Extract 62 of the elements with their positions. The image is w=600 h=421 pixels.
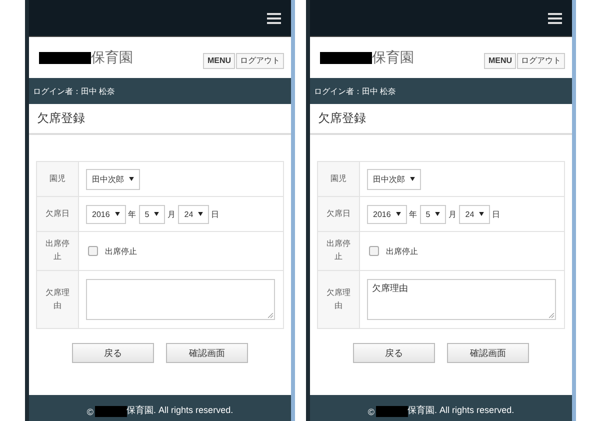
header-button[interactable]: MENU — [484, 52, 516, 68]
form-button[interactable]: 戻る — [353, 343, 435, 363]
field-label: 出席停止 — [318, 232, 360, 270]
select-field[interactable]: 2016 — [367, 204, 407, 224]
login-user-text: ログイン者：田中 松奈 — [33, 86, 116, 96]
form-button[interactable]: 確認画面 — [447, 343, 529, 363]
checkbox[interactable] — [88, 246, 98, 256]
field-label: 欠席理由 — [37, 271, 79, 328]
header-button[interactable]: ログアウト — [517, 52, 565, 68]
resize-grip-icon — [549, 313, 554, 318]
page-title: 欠席登録 — [310, 104, 572, 135]
select-field[interactable]: 田中次郎 — [86, 168, 140, 190]
menu-icon[interactable] — [548, 12, 562, 24]
copyright-text: 保育園. All rights reserved. — [126, 404, 234, 417]
select-field[interactable]: 2016 — [86, 204, 126, 224]
header-button[interactable]: ログアウト — [236, 52, 284, 68]
redaction-bar — [376, 406, 408, 417]
field-label: 出席停止 — [37, 232, 79, 270]
unit-label: 日 — [492, 208, 500, 220]
unit-label: 月 — [448, 208, 456, 220]
dropdown-caret-icon — [154, 212, 160, 216]
unit-label: 月 — [167, 208, 176, 220]
reason-field[interactable] — [86, 279, 275, 320]
field-label: 欠席日 — [37, 197, 79, 231]
dropdown-caret-icon — [129, 177, 134, 181]
checkbox-label: 出席停止 — [386, 246, 418, 256]
site-title: 保育園 — [91, 48, 133, 66]
checkbox-label: 出席停止 — [105, 246, 137, 256]
copyright-text: 保育園. All rights reserved. — [408, 404, 514, 417]
form-button[interactable]: 戻る — [72, 343, 154, 363]
dropdown-caret-icon — [435, 212, 440, 216]
copyright-symbol: © — [368, 407, 375, 417]
unit-label: 日 — [211, 208, 220, 220]
unit-label: 年 — [128, 208, 136, 220]
select-field[interactable]: 24 — [178, 204, 210, 224]
select-field[interactable]: 24 — [459, 204, 490, 224]
site-title: 保育園 — [372, 48, 414, 66]
unit-label: 年 — [408, 208, 417, 220]
redaction-bar — [39, 52, 91, 64]
field-label: 園児 — [37, 162, 79, 196]
login-user-text: ログイン者：田中 松奈 — [314, 86, 396, 96]
redaction-bar — [320, 52, 372, 64]
dropdown-caret-icon — [479, 212, 484, 216]
field-label: 欠席理由 — [318, 271, 360, 328]
dropdown-caret-icon — [396, 212, 401, 216]
menu-icon[interactable] — [267, 12, 281, 24]
field-label: 園児 — [318, 162, 360, 196]
redaction-bar — [94, 406, 127, 417]
dropdown-caret-icon — [198, 212, 204, 216]
dropdown-caret-icon — [114, 212, 120, 216]
resize-grip-icon — [268, 313, 273, 318]
checkbox[interactable] — [369, 246, 379, 256]
field-label: 欠席日 — [318, 197, 360, 231]
page-title: 欠席登録 — [29, 104, 291, 135]
select-field[interactable]: 5 — [138, 204, 166, 224]
select-field[interactable]: 田中次郎 — [367, 168, 421, 190]
select-field[interactable]: 5 — [420, 204, 446, 224]
form-button[interactable]: 確認画面 — [166, 343, 248, 363]
header-button[interactable]: MENU — [203, 52, 235, 68]
reason-field[interactable]: 欠席理由 — [367, 279, 556, 320]
dropdown-caret-icon — [410, 177, 415, 181]
copyright-symbol: © — [86, 407, 94, 417]
